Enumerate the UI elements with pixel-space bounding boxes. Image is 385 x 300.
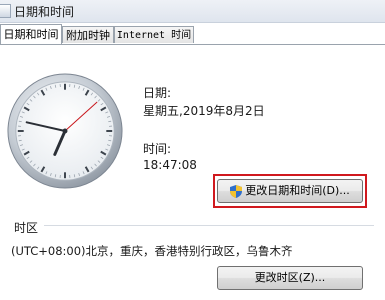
change-date-time-button[interactable]: 更改日期和时间(D)... xyxy=(217,179,363,203)
uac-shield-icon xyxy=(230,184,243,198)
change-timezone-button[interactable]: 更改时区(Z)... xyxy=(217,266,363,290)
change-date-time-label: 更改日期和时间(D)... xyxy=(245,184,350,197)
date-time-dialog: 日期和时间 日期和时间 附加时钟 Internet 时间 日期: 星期五,201… xyxy=(0,0,385,300)
timezone-heading: 时区 xyxy=(14,221,39,235)
analog-clock xyxy=(7,73,123,189)
date-label: 日期: xyxy=(143,86,172,100)
title-bar: 日期和时间 xyxy=(0,0,385,23)
window-icon xyxy=(0,4,11,18)
tab-additional-clocks[interactable]: 附加时钟 xyxy=(62,26,114,43)
time-value: 18:47:08 xyxy=(143,158,197,172)
timezone-divider xyxy=(44,225,374,226)
date-value: 星期五,2019年8月2日 xyxy=(143,104,265,118)
timezone-value: (UTC+08:00)北京，重庆，香港特别行政区，乌鲁木齐 xyxy=(11,244,293,258)
time-label: 时间: xyxy=(143,142,172,156)
clock-center xyxy=(62,128,68,134)
tab-date-and-time[interactable]: 日期和时间 xyxy=(0,24,62,44)
window-title: 日期和时间 xyxy=(14,5,75,19)
tab-internet-time[interactable]: Internet 时间 xyxy=(114,26,194,43)
tab-strip: 日期和时间 附加时钟 Internet 时间 xyxy=(0,24,385,44)
